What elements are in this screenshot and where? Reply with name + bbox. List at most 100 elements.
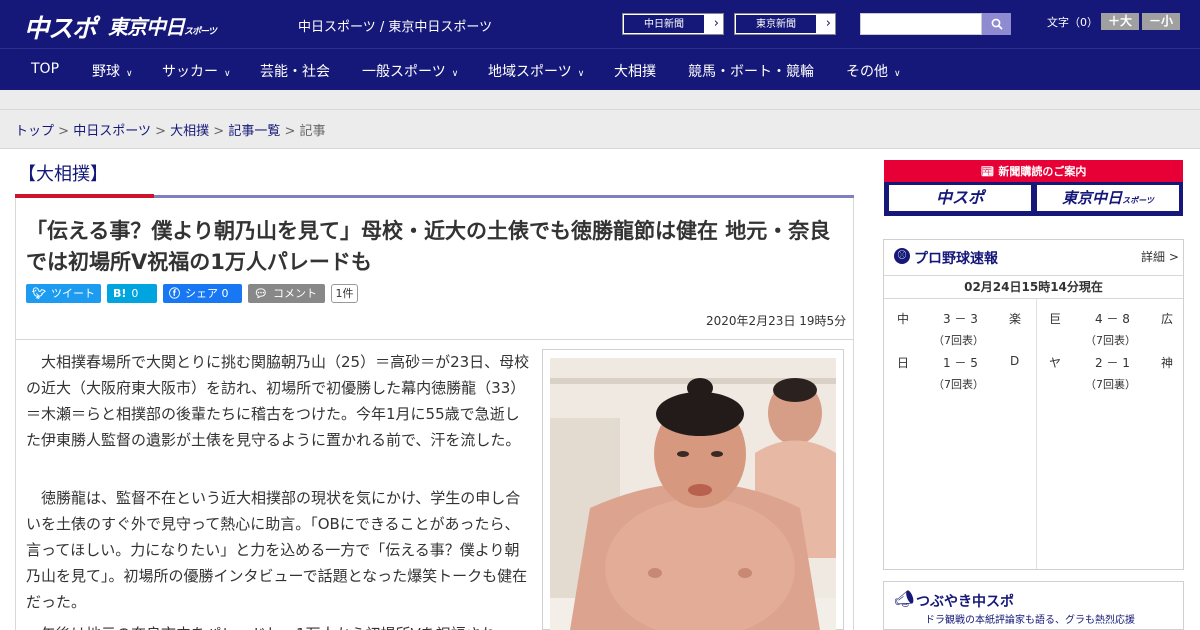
nav-label: 地域スポーツ xyxy=(488,64,572,80)
article-headline: 「伝える事？僕より朝乃山を見て」母校・近大の土俵でも徳勝龍節は健在 地元・奈良で… xyxy=(26,219,831,274)
score-team-away: 広 xyxy=(1161,312,1174,326)
score-team-away: D xyxy=(1010,354,1020,368)
promo-tokyo-text: 東京中日 xyxy=(1062,189,1123,207)
baseball-more-link[interactable]: 詳細 > xyxy=(1141,248,1179,265)
chevron-down-icon: ∨ xyxy=(126,69,133,79)
tsubuyaki-title: つぶやき中スポ xyxy=(916,594,1014,610)
nav-item-baseball[interactable]: 野球 ∨ xyxy=(92,61,133,81)
facebook-icon: ⓕ xyxy=(169,287,180,300)
score-value[interactable]: 4 － 8 xyxy=(1095,310,1130,327)
site-caption[interactable]: 中日スポーツ / 東京中日スポーツ xyxy=(298,16,492,35)
promo-title: 📰︎ 新聞購読のご案内 xyxy=(884,163,1183,179)
promo-tokyo-logo[interactable]: 東京中日スポーツ xyxy=(1036,184,1180,212)
score-team-home: ヤ xyxy=(1049,356,1062,370)
chevron-right-icon: › xyxy=(825,16,831,31)
tokyo-chunichi-logo[interactable]: 東京中日スポーツ xyxy=(108,11,217,40)
comment-count[interactable]: 1件 xyxy=(331,284,358,303)
comment-button[interactable]: 💬︎ コメント xyxy=(248,284,325,303)
chevron-down-icon: ∨ xyxy=(224,69,231,79)
sumo-wrestler-photo xyxy=(550,358,836,630)
nav-item-sumo[interactable]: 大相撲 xyxy=(614,61,656,81)
score-inning: （7回裏） xyxy=(1085,378,1136,391)
breadcrumb-separator: > xyxy=(58,124,70,139)
nav-item-regional-sports[interactable]: 地域スポーツ ∨ xyxy=(488,61,584,81)
article-category: 【大相撲】 xyxy=(18,164,108,185)
breadcrumb-separator: > xyxy=(213,124,225,139)
chunichi-shimbun-link[interactable]: 中日新聞 › xyxy=(622,13,724,35)
font-larger-button[interactable]: ＋大 xyxy=(1101,13,1139,30)
search-input[interactable] xyxy=(860,13,982,35)
nav-item-entertainment[interactable]: 芸能・社会 xyxy=(260,61,330,81)
hatena-count: 0 xyxy=(131,287,139,300)
nav-item-soccer[interactable]: サッカー ∨ xyxy=(162,61,231,81)
nav-label: サッカー xyxy=(162,64,218,80)
newspaper-icon: 📰︎ xyxy=(980,165,995,178)
hatena-icon: B! xyxy=(113,287,127,300)
nav-label: その他 xyxy=(846,64,888,80)
score-team-home: 日 xyxy=(897,356,910,370)
article-paragraph: 午後は地元の奈良市内をパレードし、1万人から初場所Vを祝福され xyxy=(26,621,530,630)
breadcrumb-article-list[interactable]: 記事一覧 xyxy=(228,124,280,139)
megaphone-icon: 📣︎ xyxy=(894,589,915,608)
nav-item-general-sports[interactable]: 一般スポーツ ∨ xyxy=(362,61,458,81)
tokyo-shimbun-link[interactable]: 東京新聞 › xyxy=(734,13,836,35)
score-value[interactable]: 2 － 1 xyxy=(1095,354,1130,371)
breadcrumb: トップ > 中日スポーツ > 大相撲 > 記事一覧 > 記事 xyxy=(15,120,326,139)
breadcrumb-chunichi-sports[interactable]: 中日スポーツ xyxy=(73,124,151,139)
search-icon xyxy=(991,18,1003,30)
nav-label: 競馬・ボート・競輪 xyxy=(688,64,814,80)
article-photo[interactable] xyxy=(550,358,836,630)
promo-tokyo-sub: スポーツ xyxy=(1122,196,1154,205)
chuspo-logo[interactable]: 中スポ xyxy=(24,9,97,45)
score-team-home: 中 xyxy=(897,312,910,326)
promo-title-text: 新聞購読のご案内 xyxy=(998,165,1087,178)
divider xyxy=(1036,299,1037,569)
search-button[interactable] xyxy=(982,13,1011,35)
tokyo-logo-sub: スポーツ xyxy=(184,27,217,37)
score-inning: （7回表） xyxy=(933,378,984,391)
nav-label: 野球 xyxy=(92,64,120,80)
facebook-share-button[interactable]: ⓕ シェア 0 xyxy=(163,284,242,303)
score-inning: （7回表） xyxy=(1085,334,1136,347)
chunichi-shimbun-label: 中日新聞 xyxy=(623,14,705,34)
score-team-away: 楽 xyxy=(1009,312,1022,326)
chevron-right-icon: › xyxy=(713,16,719,31)
breadcrumb-separator: > xyxy=(155,124,166,139)
baseball-updated: 02月24日15時14分現在 xyxy=(884,275,1183,299)
nav-item-other[interactable]: その他 ∨ xyxy=(846,61,901,81)
font-size-label: 文字（0） xyxy=(1047,16,1098,29)
nav-label: 一般スポーツ xyxy=(362,64,446,80)
chevron-down-icon: ∨ xyxy=(577,69,585,79)
tokyo-shimbun-label: 東京新聞 xyxy=(735,14,817,34)
nav-label: 芸能・社会 xyxy=(260,64,330,80)
comment-bubble-icon: 💬︎ xyxy=(254,287,268,300)
facebook-share-label: シェア 0 xyxy=(185,287,229,300)
nav-label: TOP xyxy=(31,61,60,77)
comment-label: コメント xyxy=(272,287,317,300)
site-header: 中スポ 東京中日スポーツ 中日スポーツ / 東京中日スポーツ 中日新聞 › 東京… xyxy=(0,0,1200,48)
tsubuyaki-subtitle: ドラ観戦の本紙評論家も語る、グラも熱烈応援 xyxy=(925,615,1135,626)
breadcrumb-sumo[interactable]: 大相撲 xyxy=(170,124,209,139)
baseball-title: プロ野球速報 xyxy=(914,251,998,267)
baseball-icon: ⚾︎ xyxy=(894,248,910,264)
publish-date: 2020年2月23日 19時5分 xyxy=(706,314,847,328)
article-paragraph: 大相撲春場所で大関とりに挑む関脇朝乃山（25）＝高砂＝が23日、母校の近大（大阪… xyxy=(26,353,530,449)
nav-item-top[interactable]: TOP xyxy=(31,61,59,77)
tokyo-logo-text: 東京中日 xyxy=(108,15,185,39)
score-inning: （7回表） xyxy=(933,334,984,347)
breadcrumb-top[interactable]: トップ xyxy=(15,124,54,139)
hatena-bookmark-button[interactable]: B! 0 xyxy=(107,284,157,303)
main-nav: TOP 野球 ∨ サッカー ∨ 芸能・社会 一般スポーツ ∨ 地域スポーツ ∨ 大相撲 … xyxy=(0,48,1200,90)
promo-chuspo-logo[interactable]: 中スポ xyxy=(888,184,1032,212)
breadcrumb-separator: > xyxy=(284,124,296,139)
header-spacer xyxy=(0,90,1200,110)
nav-item-racing[interactable]: 競馬・ボート・競輪 xyxy=(688,61,814,81)
font-smaller-button[interactable]: －小 xyxy=(1142,13,1180,30)
score-value[interactable]: 3 － 3 xyxy=(943,310,978,327)
twitter-icon: 🐦︎ xyxy=(32,287,46,300)
nav-label: 大相撲 xyxy=(614,64,656,80)
breadcrumb-current: 記事 xyxy=(299,124,326,139)
score-team-home: 巨 xyxy=(1049,312,1062,326)
tweet-button[interactable]: 🐦︎ ツイート xyxy=(26,284,101,303)
score-value[interactable]: 1 － 5 xyxy=(943,354,978,371)
